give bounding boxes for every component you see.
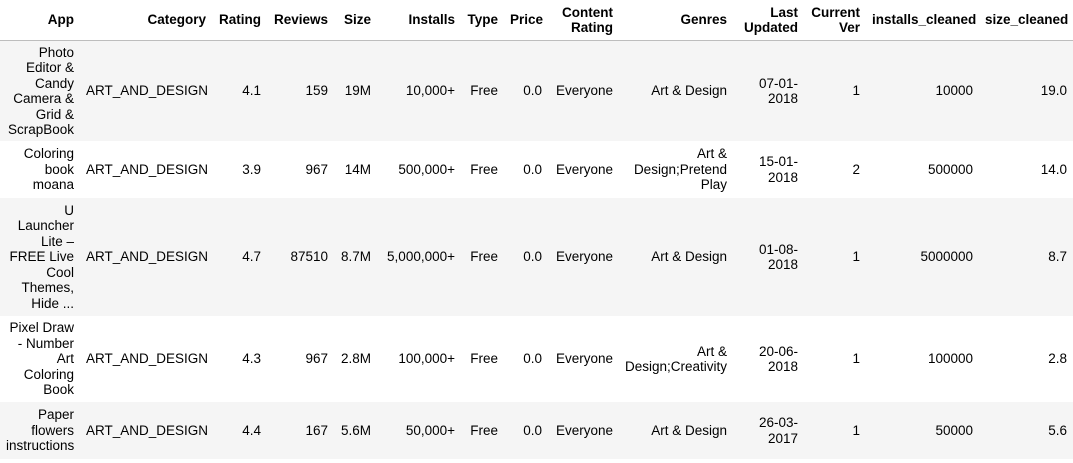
cell-last-updated: 07-01-2018 [733, 40, 804, 141]
cell-category: ART_AND_DESIGN [80, 141, 212, 198]
cell-size: 19M [334, 40, 377, 141]
cell-rating: 4.4 [212, 402, 267, 459]
cell-app: Coloring book moana [0, 141, 80, 198]
cell-type: Free [461, 141, 504, 198]
cell-genres: Art & Design [619, 198, 733, 316]
cell-rating: 4.7 [212, 198, 267, 316]
cell-content-rating: Everyone [548, 198, 619, 316]
column-header-installs-cleaned: installs_cleaned [866, 0, 979, 41]
cell-genres: Art & Design [619, 40, 733, 141]
cell-content-rating: Everyone [548, 141, 619, 198]
cell-size: 2.8M [334, 316, 377, 402]
cell-current-ver: 1 [804, 316, 866, 402]
cell-reviews: 159 [267, 40, 334, 141]
cell-content-rating: Everyone [548, 316, 619, 402]
table-row: Photo Editor & Candy Camera & Grid & Scr… [0, 40, 1073, 141]
column-header-price: Price [504, 0, 548, 41]
cell-current-ver: 1 [804, 402, 866, 459]
table-row: Paper flowers instructions ART_AND_DESIG… [0, 402, 1073, 459]
cell-app: U Launcher Lite – FREE Live Cool Themes,… [0, 198, 80, 316]
cell-size: 14M [334, 141, 377, 198]
cell-installs: 10,000+ [377, 40, 461, 141]
cell-size-cleaned: 8.7 [979, 198, 1073, 316]
cell-current-ver: 1 [804, 40, 866, 141]
cell-type: Free [461, 40, 504, 141]
cell-last-updated: 20-06-2018 [733, 316, 804, 402]
cell-content-rating: Everyone [548, 402, 619, 459]
cell-price: 0.0 [504, 40, 548, 141]
cell-type: Free [461, 402, 504, 459]
cell-current-ver: 2 [804, 141, 866, 198]
cell-installs: 50,000+ [377, 402, 461, 459]
cell-size: 8.7M [334, 198, 377, 316]
cell-installs: 100,000+ [377, 316, 461, 402]
column-header-genres: Genres [619, 0, 733, 41]
column-header-reviews: Reviews [267, 0, 334, 41]
cell-category: ART_AND_DESIGN [80, 40, 212, 141]
column-header-content-rating: Content Rating [548, 0, 619, 41]
column-header-size: Size [334, 0, 377, 41]
cell-reviews: 967 [267, 316, 334, 402]
cell-installs-cleaned: 5000000 [866, 198, 979, 316]
cell-price: 0.0 [504, 316, 548, 402]
column-header-category: Category [80, 0, 212, 41]
cell-reviews: 967 [267, 141, 334, 198]
cell-rating: 3.9 [212, 141, 267, 198]
cell-genres: Art & Design;Pretend Play [619, 141, 733, 198]
column-header-type: Type [461, 0, 504, 41]
cell-category: ART_AND_DESIGN [80, 198, 212, 316]
cell-app: Paper flowers instructions [0, 402, 80, 459]
header-row: App Category Rating Reviews Size Install… [0, 0, 1073, 41]
cell-price: 0.0 [504, 402, 548, 459]
cell-price: 0.0 [504, 141, 548, 198]
cell-content-rating: Everyone [548, 40, 619, 141]
cell-size-cleaned: 2.8 [979, 316, 1073, 402]
column-header-current-ver: Current Ver [804, 0, 866, 41]
cell-size-cleaned: 14.0 [979, 141, 1073, 198]
column-header-rating: Rating [212, 0, 267, 41]
column-header-last-updated: Last Updated [733, 0, 804, 41]
cell-size-cleaned: 19.0 [979, 40, 1073, 141]
dataframe-table: App Category Rating Reviews Size Install… [0, 0, 1073, 459]
cell-last-updated: 26-03-2017 [733, 402, 804, 459]
cell-category: ART_AND_DESIGN [80, 402, 212, 459]
cell-genres: Art & Design [619, 402, 733, 459]
cell-genres: Art & Design;Creativity [619, 316, 733, 402]
cell-installs-cleaned: 500000 [866, 141, 979, 198]
cell-installs-cleaned: 10000 [866, 40, 979, 141]
column-header-installs: Installs [377, 0, 461, 41]
table-row: U Launcher Lite – FREE Live Cool Themes,… [0, 198, 1073, 316]
cell-installs: 500,000+ [377, 141, 461, 198]
cell-type: Free [461, 316, 504, 402]
cell-category: ART_AND_DESIGN [80, 316, 212, 402]
cell-installs-cleaned: 100000 [866, 316, 979, 402]
cell-reviews: 167 [267, 402, 334, 459]
cell-last-updated: 15-01-2018 [733, 141, 804, 198]
cell-reviews: 87510 [267, 198, 334, 316]
cell-size: 5.6M [334, 402, 377, 459]
table-row: Coloring book moana ART_AND_DESIGN 3.9 9… [0, 141, 1073, 198]
cell-last-updated: 01-08-2018 [733, 198, 804, 316]
cell-app: Photo Editor & Candy Camera & Grid & Scr… [0, 40, 80, 141]
cell-current-ver: 1 [804, 198, 866, 316]
column-header-size-cleaned: size_cleaned [979, 0, 1073, 41]
cell-size-cleaned: 5.6 [979, 402, 1073, 459]
cell-installs-cleaned: 50000 [866, 402, 979, 459]
table-header: App Category Rating Reviews Size Install… [0, 0, 1073, 41]
cell-type: Free [461, 198, 504, 316]
cell-installs: 5,000,000+ [377, 198, 461, 316]
cell-app: Pixel Draw - Number Art Coloring Book [0, 316, 80, 402]
table-body: Photo Editor & Candy Camera & Grid & Scr… [0, 40, 1073, 459]
table-row: Pixel Draw - Number Art Coloring Book AR… [0, 316, 1073, 402]
cell-rating: 4.3 [212, 316, 267, 402]
cell-rating: 4.1 [212, 40, 267, 141]
column-header-app: App [0, 0, 80, 41]
cell-price: 0.0 [504, 198, 548, 316]
